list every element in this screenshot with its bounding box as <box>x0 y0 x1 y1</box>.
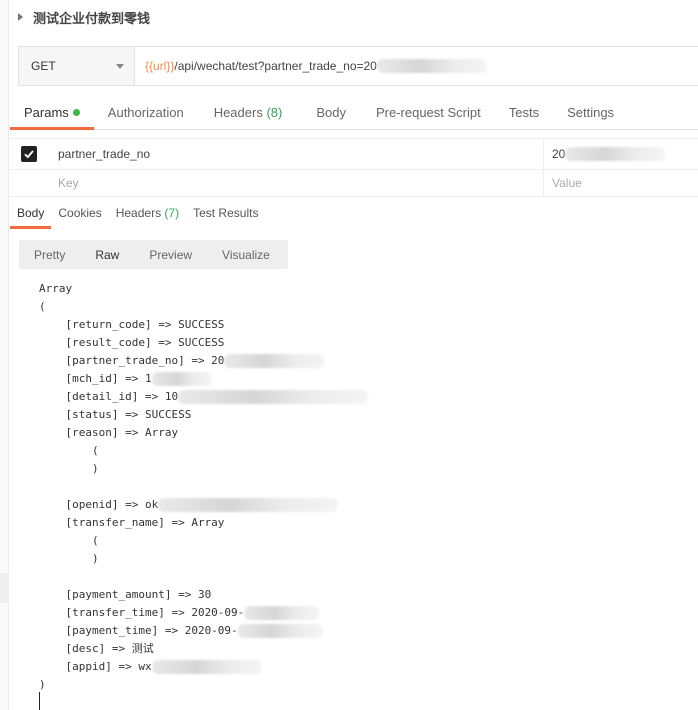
tab-settings[interactable]: Settings <box>553 98 628 129</box>
response-line: ( <box>39 444 99 457</box>
response-line-redacted: [openid] => ok <box>39 496 368 514</box>
left-sidebar-edge <box>0 0 9 710</box>
response-line: ( <box>39 534 99 547</box>
response-line: [return_code] => SUCCESS <box>39 318 225 331</box>
response-line-text: [payment_time] => 2020-09- <box>39 624 238 637</box>
param-value[interactable]: 20 <box>544 147 698 161</box>
response-line-redacted: [transfer_time] => 2020-09- <box>39 604 368 622</box>
response-tabs: Body Cookies Headers (7) Test Results <box>10 198 698 230</box>
response-line-text: [transfer_time] => 2020-09- <box>39 606 245 619</box>
tab-label: Body <box>316 105 346 120</box>
url-path: /api/wechat/test?partner_trade_no=20 <box>174 59 377 73</box>
tab-response-body[interactable]: Body <box>10 198 52 230</box>
caret-right-icon[interactable] <box>18 13 23 21</box>
response-line: [reason] => Array <box>39 426 179 439</box>
response-line-text: [partner_trade_no] => 20 <box>39 354 225 367</box>
request-tabs: Params Authorization Headers (8) Body Pr… <box>10 98 698 130</box>
param-value-text: 20 <box>552 147 566 161</box>
response-line: ) <box>39 678 46 691</box>
param-value-input[interactable]: Value <box>544 176 698 190</box>
tab-cookies[interactable]: Cookies <box>51 198 108 230</box>
redacted-blur <box>151 372 212 386</box>
tab-params[interactable]: Params <box>10 98 94 130</box>
active-dot-icon <box>72 109 80 116</box>
view-visualize-button[interactable]: Visualize <box>207 240 285 269</box>
request-title-row[interactable]: 测试企业付款到零钱 <box>18 0 150 34</box>
param-enabled-checkbox[interactable] <box>21 146 37 162</box>
tab-authorization[interactable]: Authorization <box>94 98 198 129</box>
tab-label: Headers <box>213 105 267 120</box>
redacted-blur <box>565 147 666 161</box>
redacted-blur <box>376 59 487 73</box>
response-line-redacted: [detail_id] => 10 <box>39 388 369 406</box>
tab-label: Headers <box>115 206 165 220</box>
redacted-blur <box>224 354 325 368</box>
response-line: [status] => SUCCESS <box>39 408 192 421</box>
response-line-redacted: [appid] => wx <box>39 658 368 676</box>
response-line <box>39 478 368 496</box>
response-line: ) <box>39 552 99 565</box>
param-key-input[interactable]: Key <box>48 170 544 196</box>
tab-test-results[interactable]: Test Results <box>186 198 265 230</box>
param-row: partner_trade_no 20 <box>10 139 698 170</box>
params-table: partner_trade_no 20 Key Value <box>10 138 698 197</box>
response-line: [result_code] => SUCCESS <box>39 336 225 349</box>
response-line: [transfer_name] => Array <box>39 516 225 529</box>
response-line: Array <box>39 282 73 295</box>
tab-tests[interactable]: Tests <box>495 98 553 129</box>
method-select[interactable]: GET <box>19 47 135 85</box>
param-new-row: Key Value <box>10 170 698 197</box>
url-input[interactable]: {{url}}/api/wechat/test?partner_trade_no… <box>135 47 698 85</box>
method-label: GET <box>31 59 56 73</box>
tab-label: Test Results <box>193 206 259 220</box>
tab-pre-request-script[interactable]: Pre-request Script <box>360 98 495 129</box>
tab-label: Params <box>24 105 69 120</box>
empty-checkbox-cell <box>10 170 48 196</box>
tab-label: Authorization <box>107 105 184 120</box>
response-line-redacted: [partner_trade_no] => 20 <box>39 352 368 370</box>
tab-response-headers[interactable]: Headers (7) <box>109 198 186 230</box>
tab-label: Cookies <box>58 206 102 220</box>
response-line <box>39 568 368 586</box>
tab-body[interactable]: Body <box>296 98 360 129</box>
tab-label: Tests <box>508 105 540 120</box>
url-variable: {{url}} <box>145 59 175 73</box>
redacted-blur <box>178 390 369 404</box>
tab-label: Settings <box>567 105 615 120</box>
chevron-down-icon <box>116 63 124 69</box>
sidebar-marker <box>0 573 9 603</box>
tab-count: (7) <box>164 206 180 220</box>
response-line: ) <box>39 462 99 475</box>
view-preview-button[interactable]: Preview <box>134 240 207 269</box>
param-checkbox-cell <box>10 139 48 169</box>
redacted-blur <box>158 498 339 512</box>
check-icon <box>24 150 34 159</box>
tab-count: (8) <box>266 105 283 120</box>
response-line-text: [detail_id] => 10 <box>39 390 179 403</box>
tab-label: Body <box>17 206 45 220</box>
view-mode-toggle: Pretty Raw Preview Visualize <box>19 240 288 269</box>
response-line: [desc] => 测试 <box>39 642 154 655</box>
response-line-text: [mch_id] => 1 <box>39 372 152 385</box>
view-pretty-button[interactable]: Pretty <box>19 240 80 269</box>
tab-headers[interactable]: Headers (8) <box>198 98 297 129</box>
response-body[interactable]: Array ( [return_code] => SUCCESS [result… <box>39 280 369 694</box>
view-raw-button[interactable]: Raw <box>80 240 134 269</box>
response-line: ( <box>39 300 46 313</box>
response-line-text: [openid] => ok <box>39 498 159 511</box>
redacted-blur <box>237 624 323 638</box>
url-bar: GET {{url}}/api/wechat/test?partner_trad… <box>18 46 698 86</box>
response-line-redacted: [mch_id] => 1 <box>39 370 368 388</box>
text-cursor <box>39 692 40 710</box>
tab-label: Pre-request Script <box>375 105 481 120</box>
response-line-redacted: [payment_time] => 2020-09- <box>39 622 368 640</box>
redacted-blur <box>244 606 320 620</box>
param-key[interactable]: partner_trade_no <box>48 139 544 169</box>
request-title[interactable]: 测试企业付款到零钱 <box>33 8 150 27</box>
redacted-blur <box>151 660 262 674</box>
response-line: [payment_amount] => 30 <box>39 588 212 601</box>
response-line-text: [appid] => wx <box>39 660 152 673</box>
